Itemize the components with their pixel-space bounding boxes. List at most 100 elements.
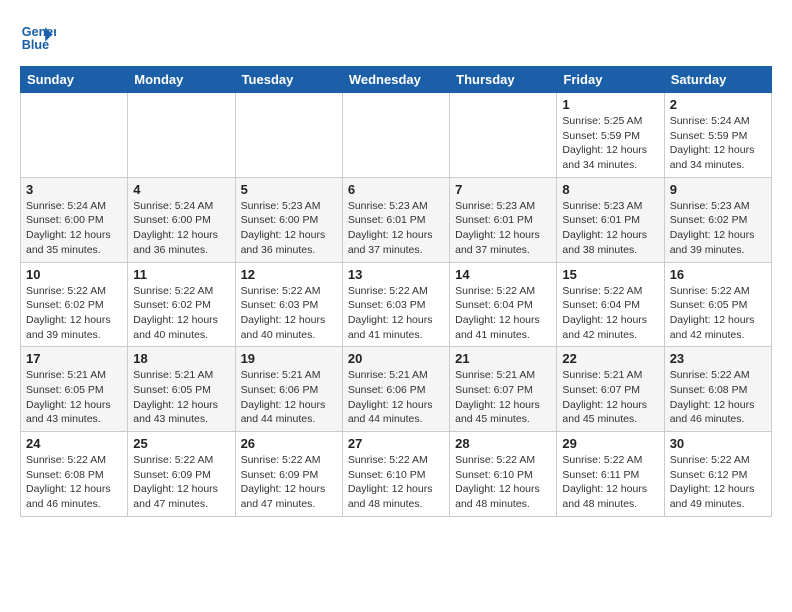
- logo-icon: General Blue: [20, 20, 56, 56]
- day-info: Sunrise: 5:24 AM Sunset: 6:00 PM Dayligh…: [133, 199, 229, 258]
- day-info: Sunrise: 5:22 AM Sunset: 6:08 PM Dayligh…: [670, 368, 766, 427]
- day-info: Sunrise: 5:22 AM Sunset: 6:09 PM Dayligh…: [241, 453, 337, 512]
- day-number: 29: [562, 436, 658, 451]
- week-row-2: 3 Sunrise: 5:24 AM Sunset: 6:00 PM Daylig…: [21, 177, 772, 262]
- day-info: Sunrise: 5:24 AM Sunset: 5:59 PM Dayligh…: [670, 114, 766, 173]
- day-number: 12: [241, 267, 337, 282]
- day-number: 21: [455, 351, 551, 366]
- day-info: Sunrise: 5:22 AM Sunset: 6:02 PM Dayligh…: [26, 284, 122, 343]
- day-cell: 18 Sunrise: 5:21 AM Sunset: 6:05 PM Dayli…: [128, 347, 235, 432]
- day-info: Sunrise: 5:22 AM Sunset: 6:10 PM Dayligh…: [455, 453, 551, 512]
- day-number: 28: [455, 436, 551, 451]
- day-cell: 17Sunrise: 5:21 AM Sunset: 6:05 PM Dayli…: [21, 347, 128, 432]
- day-cell: 16 Sunrise: 5:22 AM Sunset: 6:05 PM Dayli…: [664, 262, 771, 347]
- day-number: 22: [562, 351, 658, 366]
- day-number: 24: [26, 436, 122, 451]
- weekday-header-saturday: Saturday: [664, 67, 771, 93]
- day-number: 14: [455, 267, 551, 282]
- day-info: Sunrise: 5:23 AM Sunset: 6:01 PM Dayligh…: [348, 199, 444, 258]
- day-cell: 10 Sunrise: 5:22 AM Sunset: 6:02 PM Dayli…: [21, 262, 128, 347]
- day-number: 15: [562, 267, 658, 282]
- day-info: Sunrise: 5:22 AM Sunset: 6:03 PM Dayligh…: [241, 284, 337, 343]
- day-number: 3: [26, 182, 122, 197]
- day-number: 19: [241, 351, 337, 366]
- day-cell: 21Sunrise: 5:21 AM Sunset: 6:07 PM Dayli…: [450, 347, 557, 432]
- day-cell: 27 Sunrise: 5:22 AM Sunset: 6:10 PM Dayli…: [342, 432, 449, 517]
- weekday-header-wednesday: Wednesday: [342, 67, 449, 93]
- day-number: 26: [241, 436, 337, 451]
- day-info: Sunrise: 5:22 AM Sunset: 6:10 PM Dayligh…: [348, 453, 444, 512]
- day-info: Sunrise: 5:22 AM Sunset: 6:12 PM Dayligh…: [670, 453, 766, 512]
- day-cell: 2 Sunrise: 5:24 AM Sunset: 5:59 PM Daylig…: [664, 93, 771, 178]
- weekday-header-row: SundayMondayTuesdayWednesdayThursdayFrid…: [21, 67, 772, 93]
- day-number: 10: [26, 267, 122, 282]
- day-info: Sunrise: 5:22 AM Sunset: 6:05 PM Dayligh…: [670, 284, 766, 343]
- day-number: 27: [348, 436, 444, 451]
- day-cell: 24 Sunrise: 5:22 AM Sunset: 6:08 PM Dayli…: [21, 432, 128, 517]
- day-cell: 20 Sunrise: 5:21 AM Sunset: 6:06 PM Dayli…: [342, 347, 449, 432]
- day-number: 20: [348, 351, 444, 366]
- day-info: Sunrise: 5:25 AM Sunset: 5:59 PM Dayligh…: [562, 114, 658, 173]
- day-info: Sunrise: 5:21 AM Sunset: 6:05 PM Dayligh…: [133, 368, 229, 427]
- day-cell: 26 Sunrise: 5:22 AM Sunset: 6:09 PM Dayli…: [235, 432, 342, 517]
- day-number: 4: [133, 182, 229, 197]
- day-cell: 4 Sunrise: 5:24 AM Sunset: 6:00 PM Daylig…: [128, 177, 235, 262]
- day-cell: 29 Sunrise: 5:22 AM Sunset: 6:11 PM Dayli…: [557, 432, 664, 517]
- day-number: 25: [133, 436, 229, 451]
- day-number: 1: [562, 97, 658, 112]
- day-cell: 19Sunrise: 5:21 AM Sunset: 6:06 PM Dayli…: [235, 347, 342, 432]
- day-cell: [21, 93, 128, 178]
- week-row-1: 1 Sunrise: 5:25 AM Sunset: 5:59 PM Daylig…: [21, 93, 772, 178]
- day-info: Sunrise: 5:23 AM Sunset: 6:02 PM Dayligh…: [670, 199, 766, 258]
- day-number: 11: [133, 267, 229, 282]
- day-info: Sunrise: 5:24 AM Sunset: 6:00 PM Dayligh…: [26, 199, 122, 258]
- day-number: 8: [562, 182, 658, 197]
- day-info: Sunrise: 5:23 AM Sunset: 6:01 PM Dayligh…: [455, 199, 551, 258]
- day-cell: 23 Sunrise: 5:22 AM Sunset: 6:08 PM Dayli…: [664, 347, 771, 432]
- weekday-header-monday: Monday: [128, 67, 235, 93]
- day-cell: 11 Sunrise: 5:22 AM Sunset: 6:02 PM Dayli…: [128, 262, 235, 347]
- day-number: 16: [670, 267, 766, 282]
- week-row-3: 10 Sunrise: 5:22 AM Sunset: 6:02 PM Dayli…: [21, 262, 772, 347]
- day-number: 18: [133, 351, 229, 366]
- day-cell: [128, 93, 235, 178]
- day-cell: 28 Sunrise: 5:22 AM Sunset: 6:10 PM Dayli…: [450, 432, 557, 517]
- header: General Blue: [20, 20, 772, 56]
- weekday-header-sunday: Sunday: [21, 67, 128, 93]
- day-number: 13: [348, 267, 444, 282]
- day-cell: 8 Sunrise: 5:23 AM Sunset: 6:01 PM Daylig…: [557, 177, 664, 262]
- day-info: Sunrise: 5:22 AM Sunset: 6:09 PM Dayligh…: [133, 453, 229, 512]
- logo: General Blue: [20, 20, 56, 56]
- day-cell: 13 Sunrise: 5:22 AM Sunset: 6:03 PM Dayli…: [342, 262, 449, 347]
- day-cell: 9 Sunrise: 5:23 AM Sunset: 6:02 PM Daylig…: [664, 177, 771, 262]
- day-cell: [342, 93, 449, 178]
- day-cell: 25 Sunrise: 5:22 AM Sunset: 6:09 PM Dayli…: [128, 432, 235, 517]
- day-cell: 12 Sunrise: 5:22 AM Sunset: 6:03 PM Dayli…: [235, 262, 342, 347]
- day-info: Sunrise: 5:22 AM Sunset: 6:11 PM Dayligh…: [562, 453, 658, 512]
- weekday-header-tuesday: Tuesday: [235, 67, 342, 93]
- day-cell: 22Sunrise: 5:21 AM Sunset: 6:07 PM Dayli…: [557, 347, 664, 432]
- day-number: 2: [670, 97, 766, 112]
- day-cell: [450, 93, 557, 178]
- week-row-4: 17 Sunrise: 5:21 AM Sunset: 6:05 PM Dayli…: [21, 347, 772, 432]
- day-number: 7: [455, 182, 551, 197]
- day-cell: 3 Sunrise: 5:24 AM Sunset: 6:00 PM Daylig…: [21, 177, 128, 262]
- day-cell: 30Sunrise: 5:22 AM Sunset: 6:12 PM Dayli…: [664, 432, 771, 517]
- day-number: 5: [241, 182, 337, 197]
- day-cell: [235, 93, 342, 178]
- week-row-5: 24 Sunrise: 5:22 AM Sunset: 6:08 PM Dayli…: [21, 432, 772, 517]
- day-cell: 1 Sunrise: 5:25 AM Sunset: 5:59 PM Daylig…: [557, 93, 664, 178]
- day-info: Sunrise: 5:22 AM Sunset: 6:02 PM Dayligh…: [133, 284, 229, 343]
- day-cell: 6Sunrise: 5:23 AM Sunset: 6:01 PM Daylig…: [342, 177, 449, 262]
- weekday-header-friday: Friday: [557, 67, 664, 93]
- day-number: 17: [26, 351, 122, 366]
- day-number: 23: [670, 351, 766, 366]
- day-number: 9: [670, 182, 766, 197]
- calendar: SundayMondayTuesdayWednesdayThursdayFrid…: [20, 66, 772, 517]
- day-info: Sunrise: 5:21 AM Sunset: 6:06 PM Dayligh…: [348, 368, 444, 427]
- day-info: Sunrise: 5:23 AM Sunset: 6:01 PM Dayligh…: [562, 199, 658, 258]
- day-info: Sunrise: 5:22 AM Sunset: 6:03 PM Dayligh…: [348, 284, 444, 343]
- day-cell: 7 Sunrise: 5:23 AM Sunset: 6:01 PM Daylig…: [450, 177, 557, 262]
- day-info: Sunrise: 5:22 AM Sunset: 6:08 PM Dayligh…: [26, 453, 122, 512]
- day-info: Sunrise: 5:22 AM Sunset: 6:04 PM Dayligh…: [455, 284, 551, 343]
